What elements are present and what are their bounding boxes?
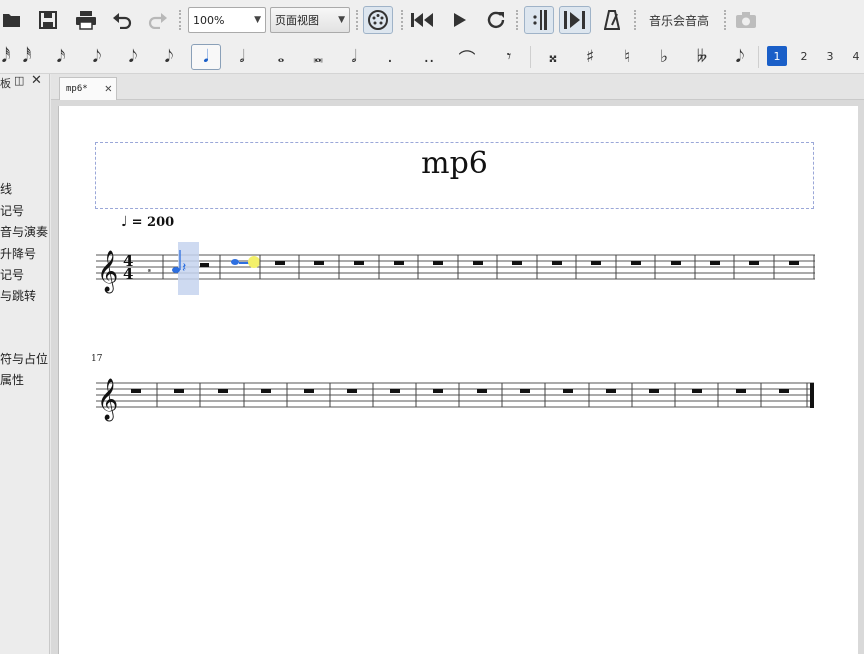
staff-system-2: 𝄞: [96, 378, 814, 421]
toolbar-separator: [401, 10, 403, 30]
note-128th-icon[interactable]: 𝅘𝅥𝅰: [0, 44, 12, 70]
sixteenth-rest-icon: 𝅅: [147, 260, 151, 276]
toolbar-separator: [634, 10, 636, 30]
metronome-icon[interactable]: [600, 8, 624, 32]
pan-icon: [564, 11, 585, 29]
score-tab-bar: mp6* ✕: [51, 74, 864, 100]
tie-icon[interactable]: ⌒: [454, 44, 480, 70]
palette-item-symbols-placeholders[interactable]: 符与占位: [0, 350, 48, 367]
staff-system-1: 𝄞 4 4 𝅅 𝄽: [96, 242, 815, 295]
toolbar-separator: [516, 10, 518, 30]
pan-score-button[interactable]: [559, 6, 591, 34]
midi-input-button[interactable]: [363, 6, 393, 34]
view-mode-combobox[interactable]: 页面视图 ▼: [270, 7, 350, 33]
score-canvas[interactable]: mp6 ♩ = 200 17 𝄞 4 4 𝅅 𝄽 𝄞: [51, 100, 864, 654]
flip-direction-icon[interactable]: 𝅘𝅥𝅮: [726, 44, 754, 70]
note-16th-icon[interactable]: 𝅘𝅥𝅮: [84, 44, 110, 70]
palette-item-articulations[interactable]: 音与演奏: [0, 223, 48, 240]
save-icon[interactable]: [36, 8, 60, 32]
palette-item-properties[interactable]: 属性: [0, 371, 24, 388]
treble-clef-icon: 𝄞: [97, 378, 118, 421]
zoom-combobox[interactable]: 100% ▼: [188, 7, 266, 33]
note-sixteenth-icon[interactable]: 𝅘𝅥𝅮: [120, 44, 146, 70]
palette-item-signs[interactable]: 记号: [0, 266, 24, 283]
repeat-sign-icon: [533, 10, 547, 30]
flat-icon[interactable]: ♭: [652, 44, 676, 70]
toolbar-separator: [356, 10, 358, 30]
note-longa-icon[interactable]: 𝅗𝅥: [341, 44, 367, 70]
zoom-value: 100%: [193, 13, 225, 27]
final-barline: [810, 383, 814, 408]
voice-3-button[interactable]: 3: [820, 46, 840, 66]
note-quarter-icon[interactable]: 𝅘𝅥: [191, 44, 221, 70]
score-tab-label: mp6*: [66, 84, 88, 94]
toolbar-separator: [179, 10, 181, 30]
half-rest: [200, 263, 209, 267]
treble-clef-icon: 𝄞: [97, 250, 118, 293]
selected-note: [172, 267, 180, 273]
palette-separator: [758, 46, 759, 68]
palettes-panel: 板 ◫ ✕ 线 记号 音与演奏 升降号 记号 与跳转 符与占位 属性: [0, 74, 50, 654]
open-folder-icon[interactable]: [0, 8, 24, 32]
undo-icon[interactable]: [110, 8, 134, 32]
note-whole-icon[interactable]: 𝅝: [268, 44, 294, 70]
palette-item-accidentals[interactable]: 升降号: [0, 245, 36, 262]
voice-1-button[interactable]: 1: [767, 46, 787, 66]
double-sharp-icon[interactable]: 𝄪: [541, 44, 565, 70]
score-notation[interactable]: 𝄞 4 4 𝅅 𝄽 𝄞: [59, 106, 859, 654]
double-dot-icon[interactable]: ..: [418, 44, 440, 70]
close-panel-icon[interactable]: ✕: [31, 74, 42, 88]
double-flat-icon[interactable]: 𝄫: [689, 44, 715, 70]
print-icon[interactable]: [73, 8, 99, 32]
view-mode-value: 页面视图: [275, 14, 319, 27]
augmentation-dot-icon[interactable]: .: [380, 44, 400, 70]
note-32nd-icon[interactable]: 𝅘𝅥𝅯: [48, 44, 74, 70]
palette-item-lines[interactable]: 线: [0, 180, 12, 197]
chevron-down-icon: ▼: [254, 15, 261, 25]
score-page: mp6 ♩ = 200 17 𝄞 4 4 𝅅 𝄽 𝄞: [58, 106, 858, 654]
play-icon[interactable]: [448, 8, 472, 32]
sharp-icon[interactable]: ♯: [578, 44, 602, 70]
redo-icon[interactable]: [146, 8, 170, 32]
rewind-icon[interactable]: [409, 8, 435, 32]
midi-port-icon: [368, 10, 388, 30]
palette-separator: [530, 46, 531, 68]
concert-pitch-label: 音乐会音高: [648, 13, 709, 28]
score-tab[interactable]: mp6* ✕: [59, 77, 117, 100]
loop-icon[interactable]: [484, 8, 508, 32]
float-panel-icon[interactable]: ◫: [14, 74, 24, 87]
measure-rests: [131, 389, 789, 393]
natural-icon[interactable]: ♮: [615, 44, 639, 70]
repeat-playback-button[interactable]: [524, 6, 554, 34]
time-signature-bottom: 4: [123, 265, 133, 283]
palette-item-repeats-jumps[interactable]: 与跳转: [0, 287, 36, 304]
note-half-icon[interactable]: 𝅗𝅥: [229, 44, 255, 70]
palette-item-markings[interactable]: 记号: [0, 202, 24, 219]
note-breve-icon[interactable]: 𝅜: [305, 44, 331, 70]
close-tab-icon[interactable]: ✕: [105, 81, 112, 95]
input-cursor: [248, 256, 260, 268]
quarter-rest-icon: 𝄽: [182, 260, 186, 276]
note-64th-icon[interactable]: 𝅘𝅥𝅰: [14, 44, 40, 70]
voice-2-button[interactable]: 2: [794, 46, 814, 66]
palettes-panel-header: 板 ◫ ✕: [0, 74, 49, 94]
main-toolbar: 100% ▼ 页面视图 ▼ 音乐会音高: [0, 0, 864, 40]
rest-icon[interactable]: 𝄾: [496, 44, 522, 70]
note-input-cursor-note: [231, 259, 239, 265]
camera-icon[interactable]: [733, 8, 759, 32]
concert-pitch-button[interactable]: 音乐会音高: [643, 8, 715, 32]
note-eighth-icon[interactable]: 𝅘𝅥𝅮: [156, 44, 182, 70]
toolbar-separator: [724, 10, 726, 30]
voice-4-button[interactable]: 4: [846, 46, 864, 66]
chevron-down-icon: ▼: [338, 15, 345, 25]
panel-title-fragment: 板: [0, 77, 11, 90]
